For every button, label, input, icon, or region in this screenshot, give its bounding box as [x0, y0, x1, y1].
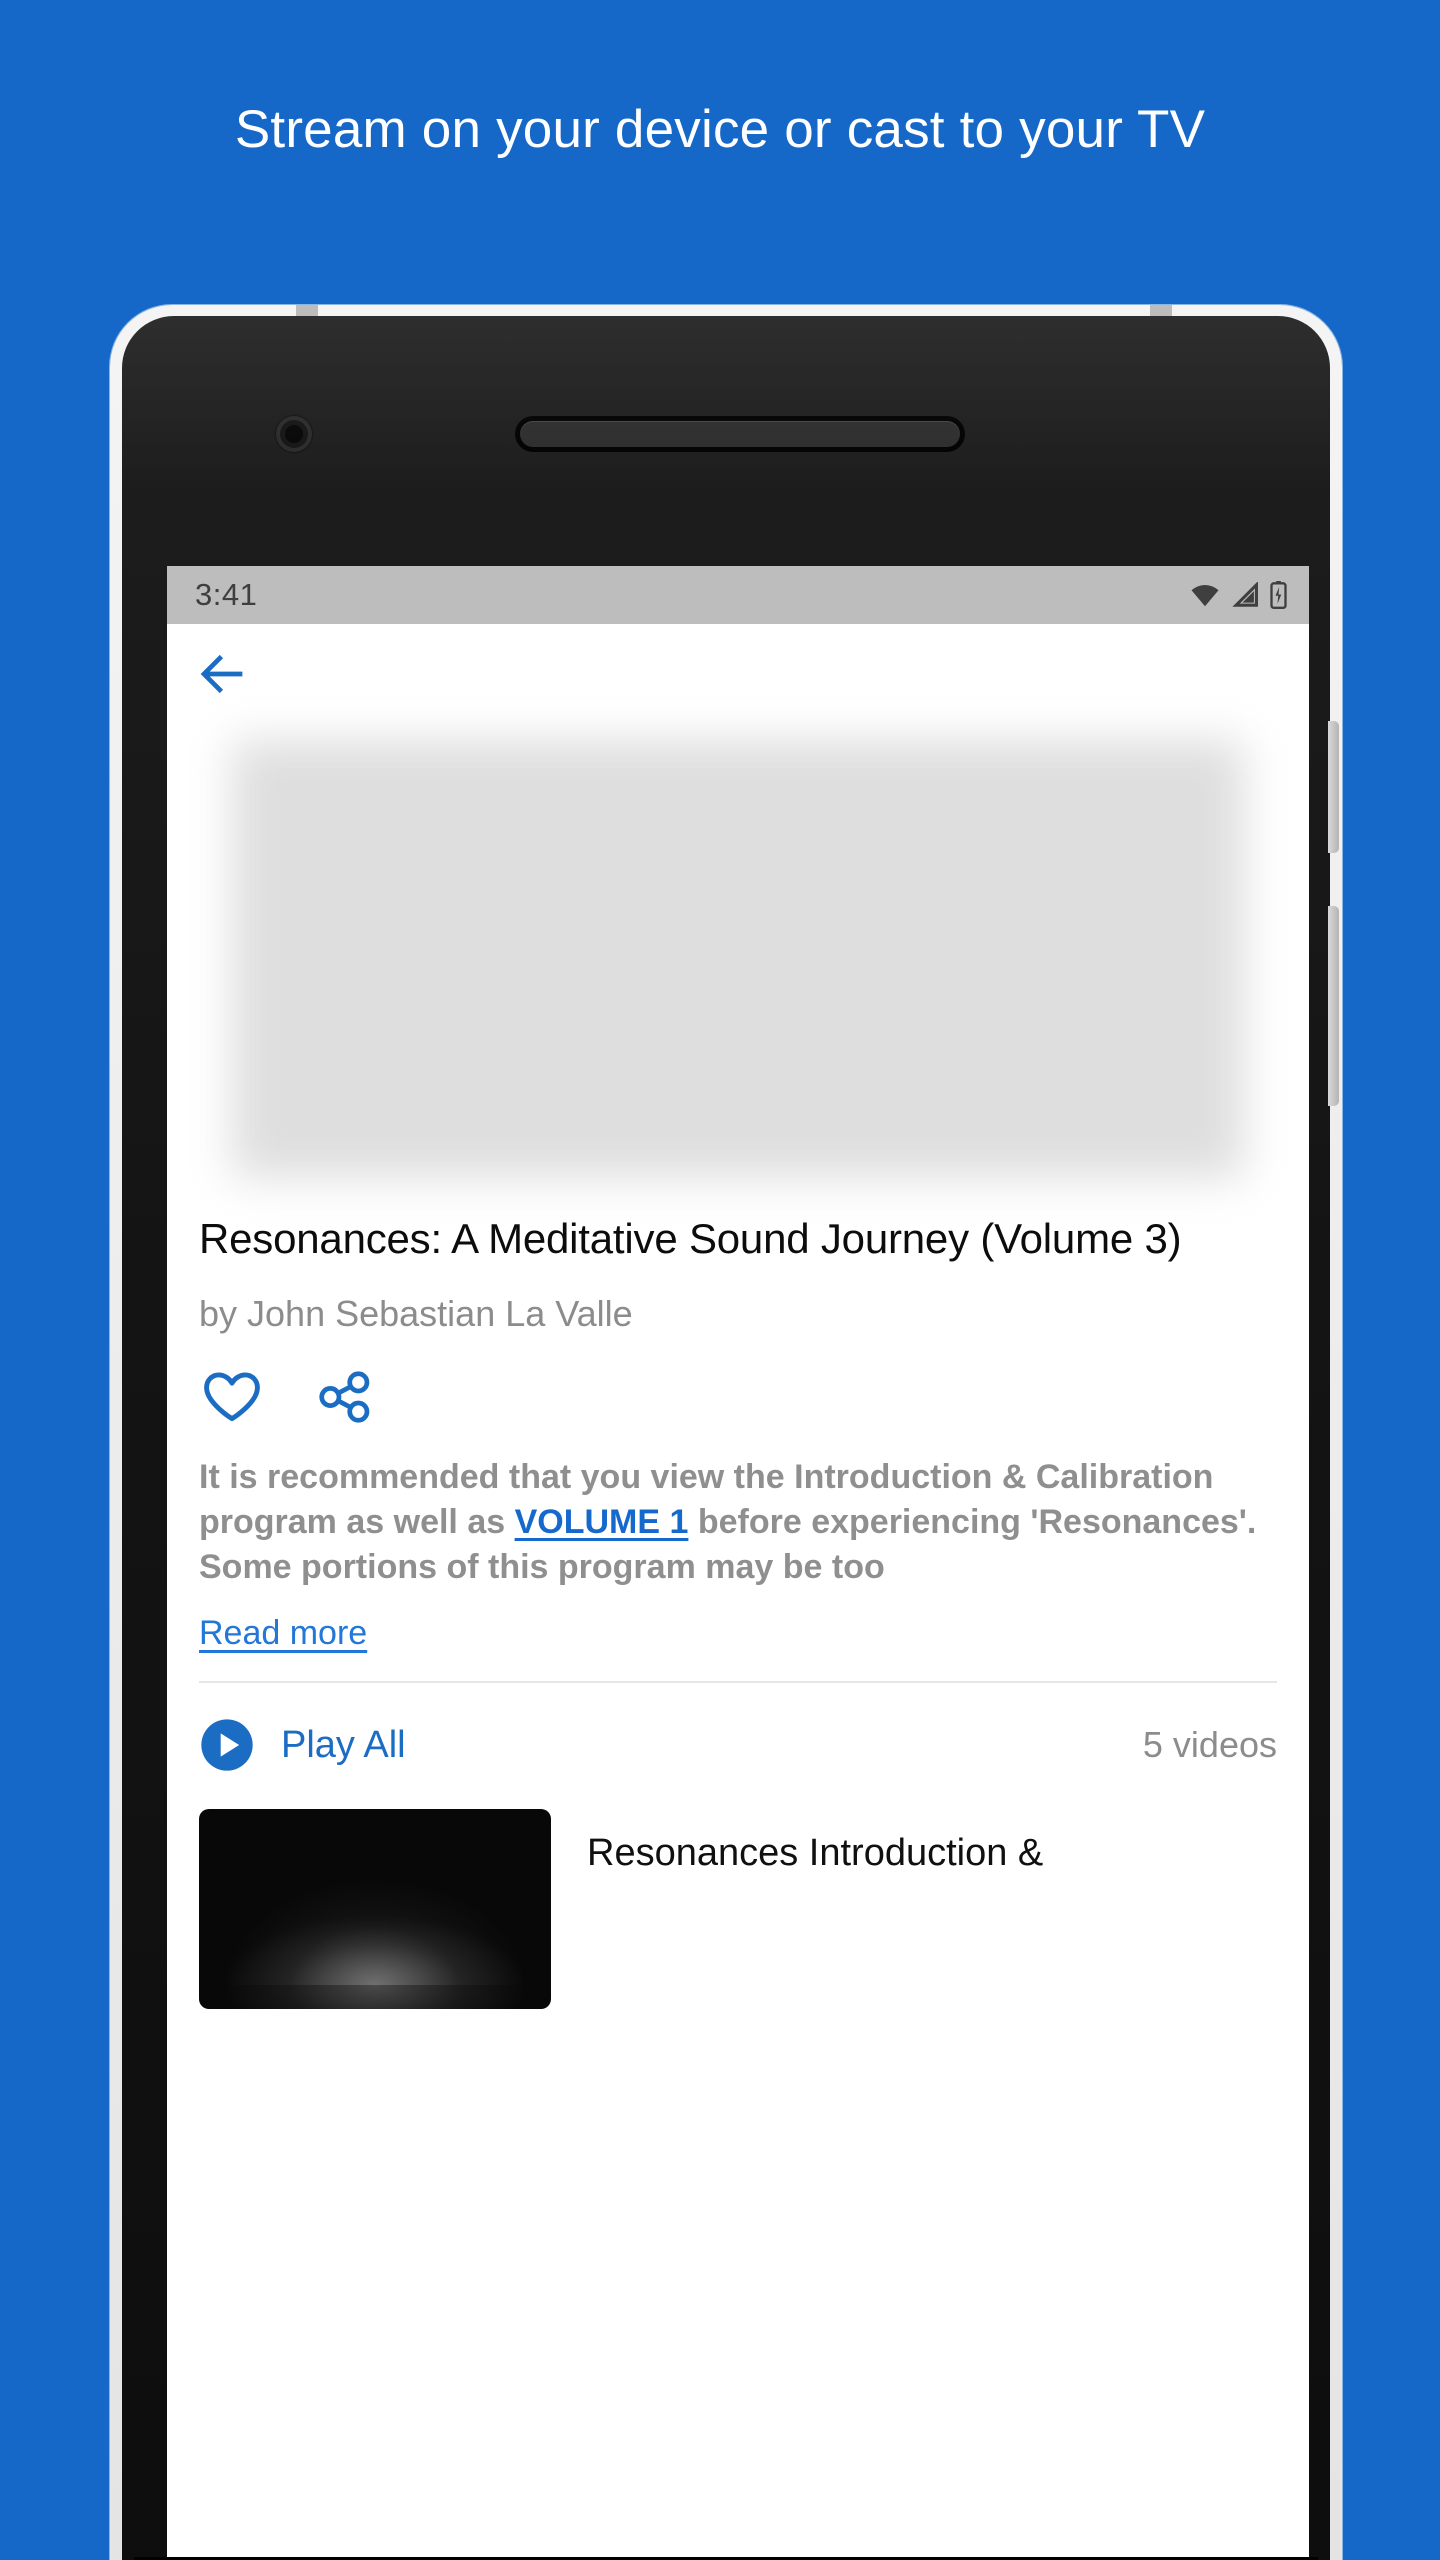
promo-screenshot: Stream on your device or cast to your TV… [0, 0, 1440, 2560]
battery-icon [1270, 581, 1287, 609]
app-bar [167, 624, 1309, 724]
signal-icon [1231, 582, 1259, 608]
promo-headline: Stream on your device or cast to your TV [234, 100, 1206, 159]
video-count-label: 5 videos [1142, 1724, 1277, 1766]
media-title: Resonances: A Meditative Sound Journey (… [199, 1215, 1182, 1262]
wifi-icon [1190, 582, 1220, 608]
status-time: 3:41 [195, 577, 258, 612]
front-camera-icon [276, 416, 312, 452]
volume-1-link[interactable]: VOLUME 1 [515, 1503, 689, 1541]
earpiece-speaker-icon [520, 421, 960, 447]
hero-blur-rect [232, 740, 1244, 1178]
back-arrow-icon[interactable] [195, 647, 249, 701]
favorite-icon[interactable] [203, 1371, 261, 1423]
media-author: by John Sebastian La Valle [199, 1292, 633, 1334]
play-circle-icon[interactable] [199, 1717, 255, 1773]
volume-button[interactable] [1328, 906, 1339, 1106]
media-content: Resonances: A Meditative Sound Journey (… [167, 1212, 1309, 1684]
play-all-row[interactable]: Play All 5 videos [167, 1683, 1309, 1803]
phone-body: 3:41 Resonances: A Meditative Sound Jour… [122, 316, 1339, 2560]
share-icon[interactable] [317, 1370, 373, 1423]
media-action-row [199, 1370, 1277, 1423]
video-thumbnail[interactable] [199, 1809, 551, 2010]
power-button[interactable] [1328, 721, 1339, 853]
status-icon-group [1190, 581, 1287, 609]
phone-screen: 3:41 Resonances: A Meditative Sound Jour… [167, 566, 1309, 2560]
read-more-link[interactable]: Read more [199, 1614, 367, 1653]
list-item[interactable]: Resonances Introduction & [167, 1803, 1309, 2010]
play-all-label[interactable]: Play All [281, 1724, 406, 1767]
media-description: It is recommended that you view the Intr… [199, 1455, 1277, 1591]
video-title: Resonances Introduction & [587, 1832, 1044, 1875]
status-bar: 3:41 [167, 566, 1309, 624]
phone-mockup: 3:41 Resonances: A Meditative Sound Jour… [110, 305, 1342, 2560]
hero-image-placeholder [167, 724, 1309, 1194]
video-meta: Resonances Introduction & [551, 1809, 1043, 1878]
